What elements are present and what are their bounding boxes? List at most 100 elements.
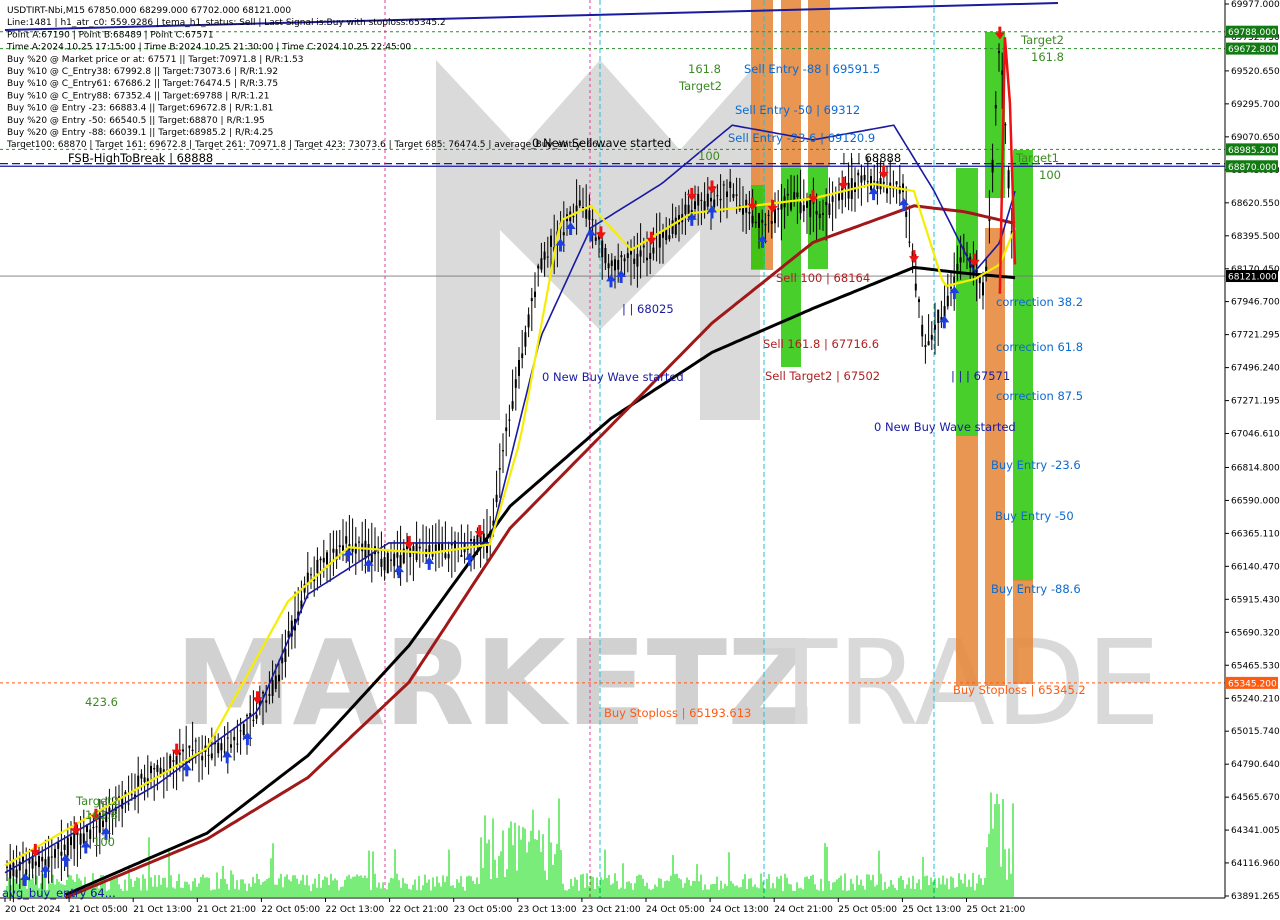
candle-body	[617, 259, 620, 270]
candle-body	[66, 837, 69, 856]
candle-body	[207, 754, 210, 756]
candle-body	[764, 224, 767, 226]
candle-body	[143, 777, 146, 783]
candle-body	[89, 829, 92, 839]
candle-body	[786, 193, 789, 196]
candle-body	[12, 862, 15, 877]
candle-body	[825, 201, 828, 206]
y-tick-label: 68395.500	[1231, 232, 1280, 242]
candle-body	[274, 675, 277, 689]
candle-body	[326, 552, 328, 565]
candle-body	[444, 553, 447, 559]
candle-body	[754, 221, 757, 224]
candle-body	[934, 324, 936, 330]
candle-body	[703, 201, 706, 212]
x-tick-label: 23 Oct 13:00	[518, 905, 577, 915]
y-tick-label: 69295.700	[1231, 100, 1280, 110]
candle-body	[774, 208, 776, 224]
candle-body	[182, 749, 184, 752]
candle-body	[780, 204, 783, 210]
candle-body	[716, 195, 719, 197]
candle-body	[284, 648, 287, 662]
x-tick-label: 22 Oct 13:00	[326, 905, 385, 915]
x-tick-label: 25 Oct 21:00	[967, 905, 1026, 915]
candle-body	[265, 700, 268, 703]
candle-body	[454, 540, 456, 550]
y-tick-label: 64565.670	[1231, 793, 1280, 803]
candle-body	[799, 202, 802, 214]
candle-body	[342, 545, 344, 551]
candle-body	[470, 538, 472, 542]
candle-body	[9, 864, 12, 879]
candle-body	[914, 283, 917, 291]
candle-body	[601, 240, 604, 258]
candle-body	[172, 760, 175, 762]
candle-body	[918, 299, 920, 303]
candle-body	[268, 694, 271, 696]
candle-body	[809, 199, 812, 218]
candle-body	[246, 715, 248, 717]
candle-body	[217, 742, 220, 754]
candle-body	[377, 552, 380, 554]
candle-body	[358, 541, 360, 543]
candle-body	[594, 237, 597, 241]
candle-body	[636, 253, 639, 267]
sell-entry-236: Sell Entry -23.6 | 69120.9	[728, 131, 875, 145]
candle-body	[956, 263, 959, 271]
info-line: Buy %20 @ Entry -88: 66039.1 || Target:6…	[7, 128, 273, 138]
candle-body	[748, 211, 751, 214]
fib-161-right: 161.8	[1031, 50, 1064, 64]
candle-body	[38, 856, 40, 868]
candle-body	[831, 196, 834, 202]
price-chart: MARKETZ TRADE USDTIRT-Nbi,M15 67850.000 …	[0, 0, 1280, 920]
candle-body	[642, 245, 645, 248]
info-line: USDTIRT-Nbi,M15 67850.000 68299.000 6770…	[7, 6, 291, 16]
candle-body	[822, 213, 824, 215]
buy-entry-50: Buy Entry -50	[995, 509, 1074, 523]
y-tick-label: 65015.740	[1231, 727, 1280, 737]
y-tick-label: 66590.000	[1231, 496, 1280, 506]
info-line: Time A:2024.10.25 17:15:00 | Time B:2024…	[6, 43, 411, 53]
candle-body	[767, 214, 770, 216]
candle-body	[6, 866, 8, 868]
candle-body	[806, 201, 808, 208]
candle-body	[959, 257, 962, 263]
candle-body	[386, 552, 389, 574]
candle-body	[262, 692, 264, 694]
signal-zone	[956, 168, 978, 436]
candle-body	[502, 450, 504, 452]
candle-body	[886, 188, 888, 194]
candle-body	[623, 258, 626, 262]
candle-body	[82, 833, 85, 844]
x-tick-label: 21 Oct 13:00	[133, 905, 192, 915]
candle-body	[620, 255, 623, 258]
candle-body	[950, 287, 952, 289]
candle-body	[729, 181, 732, 188]
y-tick-label: 67721.295	[1231, 331, 1280, 341]
candle-body	[770, 221, 773, 224]
candle-body	[902, 183, 904, 193]
candle-body	[572, 216, 575, 218]
candle-body	[860, 175, 863, 183]
buy-stoploss-right: Buy Stoploss | 65345.2	[953, 683, 1086, 697]
candle-body	[921, 324, 924, 337]
info-line: Buy %20 @ Market price or at: 67571 || T…	[7, 55, 303, 65]
candle-body	[191, 749, 194, 752]
candle-body	[578, 200, 581, 206]
candle-body	[242, 724, 245, 736]
fib-100-right: 100	[1039, 168, 1061, 182]
y-tick-label: 66140.470	[1231, 562, 1280, 572]
y-tick-label: 65465.530	[1231, 661, 1280, 671]
candle-body	[732, 194, 735, 198]
candle-body	[873, 180, 876, 183]
candle-body	[524, 332, 527, 347]
candle-body	[431, 553, 434, 557]
y-tick-label: 64116.960	[1231, 859, 1280, 869]
candle-body	[604, 247, 607, 264]
candle-body	[1001, 70, 1004, 75]
candle-body	[982, 282, 984, 296]
candle-body	[735, 194, 738, 196]
candle-body	[34, 861, 37, 866]
candle-body	[322, 557, 325, 563]
candle-body	[150, 765, 152, 774]
